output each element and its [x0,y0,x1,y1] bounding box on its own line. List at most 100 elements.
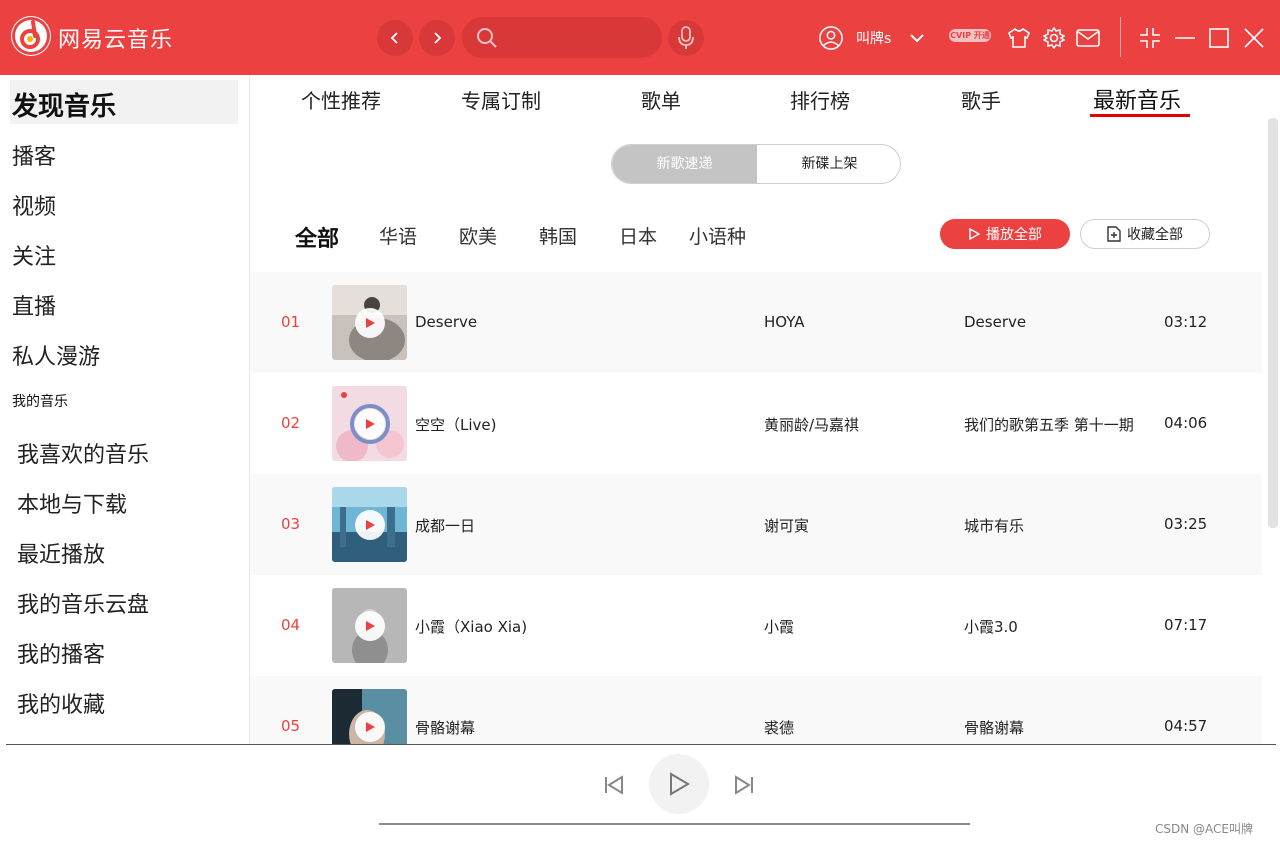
play-pause-button[interactable] [649,754,709,814]
song-artist[interactable]: 谢可寅 [764,515,809,536]
region-all[interactable]: 全部 [295,221,339,253]
sidebar-item-live[interactable]: 直播 [12,289,56,321]
song-duration: 04:57 [1164,717,1208,735]
song-title[interactable]: 小霞（Xiao Xia) [415,616,527,637]
sidebar-item-private-fm[interactable]: 私人漫游 [12,339,100,371]
song-duration: 07:17 [1164,616,1208,634]
tab-charts[interactable]: 排行榜 [790,85,850,114]
voice-search-button[interactable] [668,20,704,56]
cover-play-icon[interactable] [355,611,385,641]
collect-all-label: 收藏全部 [1127,227,1183,243]
segment-new-albums[interactable]: 新碟上架 [757,145,900,183]
song-number: 02 [281,414,301,432]
segment-new-songs[interactable]: 新歌速递 [612,145,757,183]
song-number: 01 [281,313,301,331]
song-number: 04 [281,616,301,634]
song-cover [332,689,407,744]
sidebar-item-local-downloads[interactable]: 本地与下载 [17,487,127,519]
forward-button[interactable] [419,20,455,56]
back-button[interactable] [377,20,413,56]
username[interactable]: 叫牌s [856,28,891,48]
chevron-down-icon[interactable] [905,26,929,50]
region-japanese[interactable]: 日本 [619,222,657,249]
play-all-label: 播放全部 [986,227,1042,243]
sidebar-item-cloud-drive[interactable]: 我的音乐云盘 [17,587,149,619]
cover-play-icon[interactable] [355,510,385,540]
sidebar-item-discover-music[interactable]: 发现音乐 [10,80,238,124]
song-number: 05 [281,717,301,735]
tab-artists[interactable]: 歌手 [961,85,1001,114]
song-artist[interactable]: 裘德 [764,717,794,738]
sidebar-item-podcast[interactable]: 播客 [12,139,56,171]
play-all-button[interactable]: 播放全部 [940,219,1070,249]
song-album[interactable]: 我们的歌第五季 第十一期 [964,414,1134,435]
sidebar: 发现音乐 播客 视频 关注 直播 私人漫游 我的音乐 我喜欢的音乐 本地与下载 … [0,75,250,744]
app-title: 网易云音乐 [58,28,174,53]
collect-all-button[interactable]: 收藏全部 [1080,219,1210,249]
sidebar-item-follow[interactable]: 关注 [12,239,56,271]
minimize-icon[interactable] [1173,26,1197,50]
playback-progress-bar[interactable] [379,823,970,825]
song-row[interactable]: 02 空空（Live) 黄丽龄/马嘉祺 我们的歌第五季 第十一期 04:06 [250,373,1262,474]
new-music-segment: 新歌速递 新碟上架 [611,144,901,184]
song-album[interactable]: 骨骼谢幕 [964,717,1024,738]
cover-play-icon[interactable] [355,712,385,742]
song-title[interactable]: 空空（Live) [415,414,496,435]
sidebar-item-my-collection[interactable]: 我的收藏 [17,687,105,719]
song-cover [332,386,407,461]
cover-play-icon[interactable] [355,308,385,338]
sidebar-item-label: 发现音乐 [12,92,117,122]
vip-badge[interactable]: CVIP 开通 [949,29,991,42]
tab-exclusive[interactable]: 专属订制 [461,85,541,114]
tab-new-music[interactable]: 最新音乐 [1093,83,1181,115]
song-album[interactable]: 小霞3.0 [964,616,1018,637]
search-box[interactable] [462,17,662,58]
watermark: CSDN @ACE叫牌 [1155,822,1253,836]
song-title[interactable]: 成都一日 [415,515,475,536]
my-music-section-title: 我的音乐 [12,394,68,410]
song-duration: 03:12 [1164,313,1208,331]
song-album[interactable]: Deserve [964,313,1026,331]
cover-play-icon[interactable] [355,409,385,439]
song-cover [332,487,407,562]
search-icon [477,28,497,48]
song-duration: 03:25 [1164,515,1208,533]
song-artist[interactable]: HOYA [764,313,805,331]
song-artist[interactable]: 黄丽龄/马嘉祺 [764,414,859,435]
previous-track-icon[interactable] [601,772,627,798]
avatar-icon[interactable] [819,26,843,50]
close-icon[interactable] [1242,26,1266,50]
vertical-scrollbar[interactable] [1268,118,1278,528]
tab-personal-recommend[interactable]: 个性推荐 [301,85,381,114]
sidebar-item-recent-plays[interactable]: 最近播放 [17,537,105,569]
header-divider [1120,17,1121,57]
song-row[interactable]: 04 小霞（Xiao Xia) 小霞 小霞3.0 07:17 [250,575,1262,676]
mini-mode-icon[interactable] [1138,26,1162,50]
region-korean[interactable]: 韩国 [539,222,577,249]
region-minor-languages[interactable]: 小语种 [689,222,746,249]
song-album[interactable]: 城市有乐 [964,515,1024,536]
search-input[interactable] [508,25,648,50]
song-artist[interactable]: 小霞 [764,616,794,637]
skin-tshirt-icon[interactable] [1007,26,1031,50]
song-row[interactable]: 05 骨骼谢幕 裘德 骨骼谢幕 04:57 [250,676,1262,744]
chevron-left-icon [390,32,398,44]
microphone-icon [678,26,694,49]
tab-playlists[interactable]: 歌单 [641,85,681,114]
settings-gear-icon[interactable] [1042,26,1066,50]
next-track-icon[interactable] [731,772,757,798]
maximize-icon[interactable] [1207,26,1231,50]
sidebar-item-video[interactable]: 视频 [12,189,56,221]
song-title[interactable]: Deserve [415,313,477,331]
mail-icon[interactable] [1076,26,1100,50]
region-western[interactable]: 欧美 [459,222,497,249]
song-title[interactable]: 骨骼谢幕 [415,717,475,738]
song-row[interactable]: 03 成都一日 谢可寅 城市有乐 03:25 [250,474,1262,575]
sidebar-item-my-podcasts[interactable]: 我的播客 [17,637,105,669]
active-tab-underline [1090,114,1190,117]
sidebar-item-liked-music[interactable]: 我喜欢的音乐 [17,437,149,469]
song-row[interactable]: 01 Deserve HOYA Deserve 03:12 [250,272,1262,373]
play-icon [969,228,980,240]
chevron-right-icon [434,32,442,44]
region-chinese[interactable]: 华语 [379,222,417,249]
